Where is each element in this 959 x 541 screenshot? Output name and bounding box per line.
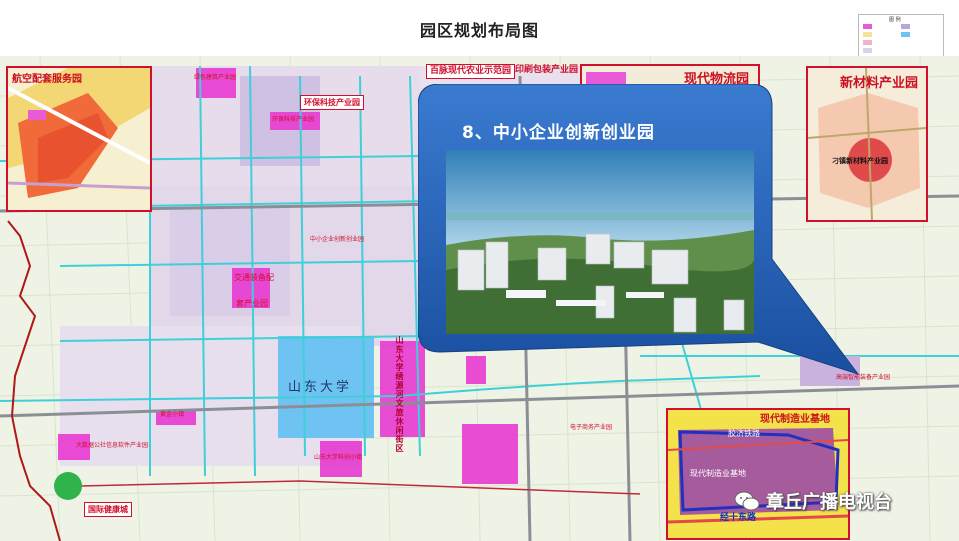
- intl-health-city-label: 国际健康城: [84, 502, 132, 517]
- manufacturing-inset-label: 现代制造业基地: [760, 414, 830, 425]
- watermark-text: 章丘广播电视台: [766, 492, 892, 513]
- legend-swatch-commercial: [863, 40, 872, 45]
- broadcaster-watermark: 章丘广播电视台: [734, 486, 892, 516]
- agri-demo-park-label: 百脉现代农业示范园: [426, 64, 516, 79]
- printing-park-label: 印刷包装产业园: [515, 65, 579, 75]
- shandong-university-label: 山东大学: [288, 380, 353, 395]
- green-building-park-label: 绿色建筑产业园: [194, 74, 237, 81]
- park-rendering-graphic: [446, 150, 754, 334]
- manufacturing-inset: 现代制造业基地 现代制造业基地 胶济铁路 经十东路: [666, 408, 850, 540]
- transport-equip-label-line2: 套产业园: [236, 299, 268, 308]
- culture-street-label: 山东大学绣源河文旅休闲街区: [395, 336, 404, 453]
- legend-title: 图 例: [889, 17, 901, 23]
- transport-equip-label-line1: 交通装备配: [234, 273, 274, 282]
- eco-tech-park-label: 环保科技产业园: [300, 95, 364, 110]
- park-rendering-image: [446, 150, 754, 334]
- green-tech-small-label: 环保科技产业园: [272, 116, 315, 123]
- aviation-inset: 航空配套服务园: [6, 66, 152, 212]
- aviation-inset-map: [8, 68, 150, 210]
- legend-swatch-education: [901, 32, 910, 37]
- wechat-icon: [734, 490, 760, 512]
- jiaoji-railway-label: 胶济铁路: [728, 429, 760, 438]
- legend-swatch-reserve: [863, 48, 872, 53]
- gold-town-label: 黄金小镇: [160, 411, 185, 418]
- map-legend: 图 例: [858, 14, 944, 60]
- page-title: 园区规划布局图: [419, 21, 539, 40]
- sme-small-label: 中小企业创新创业园: [310, 236, 365, 243]
- sdu-town-label: 山东大学科创小镇: [314, 454, 363, 461]
- intl-health-city-zone: [54, 472, 82, 500]
- ecommerce-small-label: 电子商务产业园: [570, 424, 613, 431]
- legend-swatch-residential: [863, 32, 872, 37]
- legend-swatch-general-industry: [901, 24, 910, 29]
- legend-swatch-industrial: [863, 24, 872, 29]
- manufacturing-inner-label: 现代制造业基地: [690, 469, 746, 478]
- bigdata-park-label: 大数据公社信息软件产业园: [76, 442, 149, 449]
- callout-title: 8、中小企业创新创业园: [462, 123, 655, 143]
- aviation-inset-label: 航空配套服务园: [12, 74, 82, 85]
